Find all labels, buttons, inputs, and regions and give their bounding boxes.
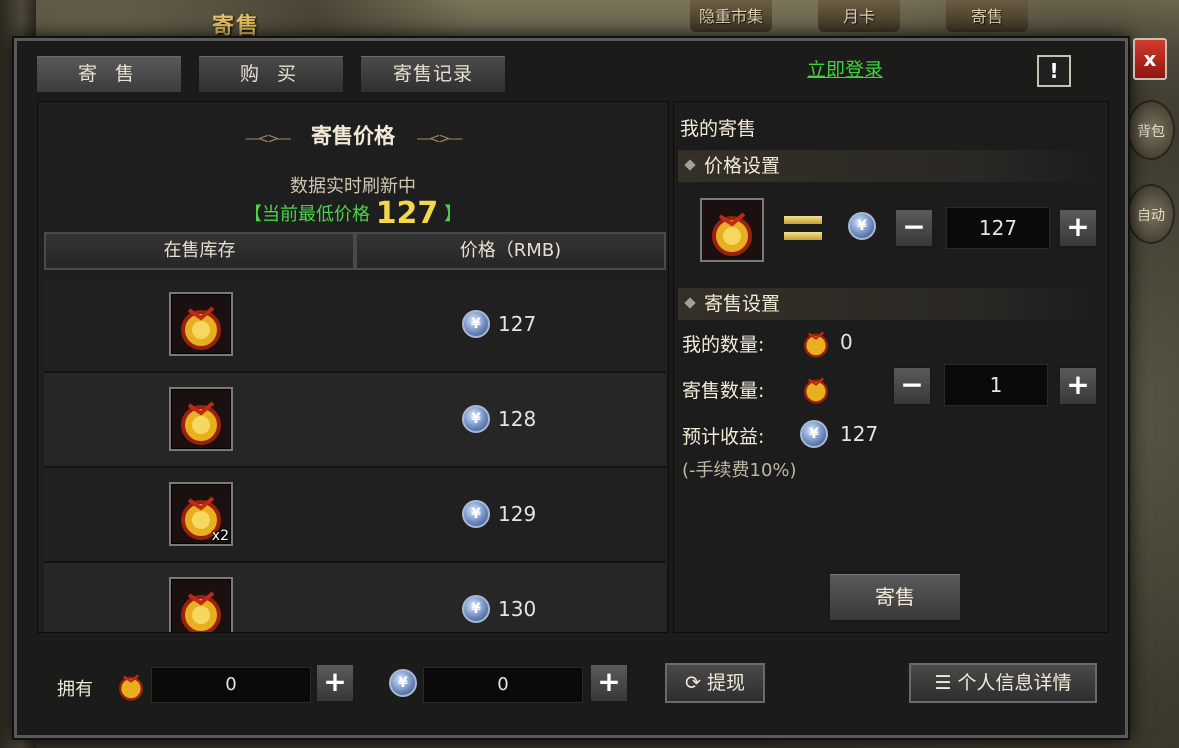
top-icon-consign[interactable]: 寄售 <box>946 0 1028 32</box>
top-icon-card[interactable]: 月卡 <box>818 0 900 32</box>
price-decrease-button[interactable]: − <box>894 208 934 248</box>
my-quantity-label: 我的数量: <box>682 334 765 356</box>
gold-bag-icon[interactable] <box>169 387 233 451</box>
my-consignment-title: 我的寄售 <box>680 118 757 140</box>
fee-note: (-手续费10%) <box>682 460 797 481</box>
price-input[interactable]: 127 <box>946 207 1050 249</box>
withdraw-button[interactable]: ⟳ 提现 <box>665 663 765 703</box>
price-settings-header: 价格设置 <box>678 150 1104 182</box>
my-quantity-value: 0 <box>840 330 853 354</box>
gold-bag-icon <box>700 198 764 262</box>
price-section-title: ―<>― 寄售价格 ―<>― <box>38 120 668 150</box>
price-cell: ¥ 128 <box>462 405 536 433</box>
income-label: 预计收益: <box>682 426 765 448</box>
lowest-price: 【当前最低价格 127 】 <box>38 196 668 231</box>
gold-bag-icon[interactable] <box>169 577 233 632</box>
rmb-coin-icon: ¥ <box>848 212 876 240</box>
sell-button[interactable]: 寄售 <box>828 572 962 622</box>
bag-count-field: 0 <box>151 667 311 703</box>
gold-bag-icon <box>113 667 149 703</box>
sale-settings-header: 寄售设置 <box>678 288 1104 320</box>
price-increase-button[interactable]: + <box>1058 208 1098 248</box>
price-value: 127 <box>498 312 537 336</box>
price-value: 129 <box>498 502 537 526</box>
rmb-coin-icon: ¥ <box>462 500 490 528</box>
my-consignment-panel: 我的寄售 价格设置 ¥ − 127 + 寄售设置 我的数量: 0 寄售数量: −… <box>673 101 1109 633</box>
diamond-icon <box>684 297 696 309</box>
table-row[interactable]: ¥ 127 <box>44 278 666 373</box>
listing-table: ¥ 127 ¥ 128 x2 ¥ 129 ¥ 130 <box>44 278 666 632</box>
rmb-coin-icon: ¥ <box>389 669 417 697</box>
side-icons: 背包 自动 <box>1127 100 1177 268</box>
consignment-dialog: 寄 售 购 买 寄售记录 立即登录 ! ―<>― 寄售价格 ―<>― 数据实时刷… <box>14 38 1128 738</box>
add-bag-button[interactable]: + <box>315 663 355 703</box>
coin-count-field: 0 <box>423 667 583 703</box>
withdraw-icon: ⟳ <box>685 672 707 694</box>
bag-side-icon[interactable]: 背包 <box>1127 100 1175 160</box>
price-value: 128 <box>498 407 537 431</box>
rmb-coin-icon: ¥ <box>800 420 828 448</box>
withdraw-button-label: 提现 <box>706 672 745 694</box>
column-header-stock: 在售库存 <box>44 232 355 270</box>
price-settings-label: 价格设置 <box>704 155 781 177</box>
tab-consign[interactable]: 寄 售 <box>35 54 183 94</box>
gold-bag-icon[interactable]: x2 <box>169 482 233 546</box>
ornament-right-icon: ―<>― <box>416 131 462 147</box>
rmb-coin-icon: ¥ <box>462 310 490 338</box>
column-header-price: 价格（RMB) <box>355 232 666 270</box>
sale-settings-label: 寄售设置 <box>704 293 781 315</box>
quantity-input[interactable]: 1 <box>944 364 1048 406</box>
equals-icon <box>784 214 822 242</box>
quantity-increase-button[interactable]: + <box>1058 366 1098 406</box>
price-cell: ¥ 127 <box>462 310 536 338</box>
price-value: 130 <box>498 597 537 621</box>
price-cell: ¥ 130 <box>462 595 536 623</box>
own-label: 拥有 <box>57 679 93 700</box>
tab-consign-record[interactable]: 寄售记录 <box>359 54 507 94</box>
refresh-status: 数据实时刷新中 <box>290 176 416 197</box>
top-icon-market[interactable]: 隐重市集 <box>690 0 772 32</box>
gold-bag-icon[interactable] <box>169 292 233 356</box>
window-title: 寄售 <box>212 14 261 39</box>
table-header: 在售库存 价格（RMB) <box>44 232 666 270</box>
profile-button-label: 个人信息详情 <box>957 672 1072 694</box>
income-value: 127 <box>840 422 879 446</box>
quantity-badge: x2 <box>211 528 229 544</box>
add-coin-button[interactable]: + <box>589 663 629 703</box>
tab-buy[interactable]: 购 买 <box>197 54 345 94</box>
gold-bag-icon <box>798 370 834 406</box>
table-row[interactable]: ¥ 128 <box>44 373 666 468</box>
profile-icon: ☰ <box>934 672 958 694</box>
ornament-left-icon: ―<>― <box>245 131 291 147</box>
rmb-coin-icon: ¥ <box>462 405 490 433</box>
login-link[interactable]: 立即登录 <box>807 55 883 82</box>
diamond-icon <box>684 159 696 171</box>
lowest-price-suffix: 】 <box>444 204 463 225</box>
price-cell: ¥ 129 <box>462 500 536 528</box>
close-icon[interactable]: x <box>1133 38 1167 80</box>
info-icon[interactable]: ! <box>1037 55 1071 87</box>
tab-bar: 寄 售 购 买 寄售记录 <box>35 51 1107 97</box>
gold-bag-icon <box>798 324 834 360</box>
price-list-panel: ―<>― 寄售价格 ―<>― 数据实时刷新中 【当前最低价格 127 】 在售库… <box>37 101 669 633</box>
profile-detail-button[interactable]: ☰ 个人信息详情 <box>909 663 1097 703</box>
rmb-coin-icon: ¥ <box>462 595 490 623</box>
table-row[interactable]: x2 ¥ 129 <box>44 468 666 563</box>
lowest-price-prefix: 【当前最低价格 <box>243 204 370 225</box>
top-menu-icons: 隐重市集 月卡 寄售 <box>690 0 1028 32</box>
bottom-bar: 拥有 0 + ¥ 0 + ⟳ 提现 ☰ 个人信息详情 <box>37 639 1109 729</box>
sell-quantity-label: 寄售数量: <box>682 380 765 402</box>
table-row[interactable]: ¥ 130 <box>44 563 666 632</box>
auto-side-icon[interactable]: 自动 <box>1127 184 1175 244</box>
quantity-decrease-button[interactable]: − <box>892 366 932 406</box>
lowest-price-value: 127 <box>375 196 439 231</box>
price-section-title-text: 寄售价格 <box>311 124 395 148</box>
